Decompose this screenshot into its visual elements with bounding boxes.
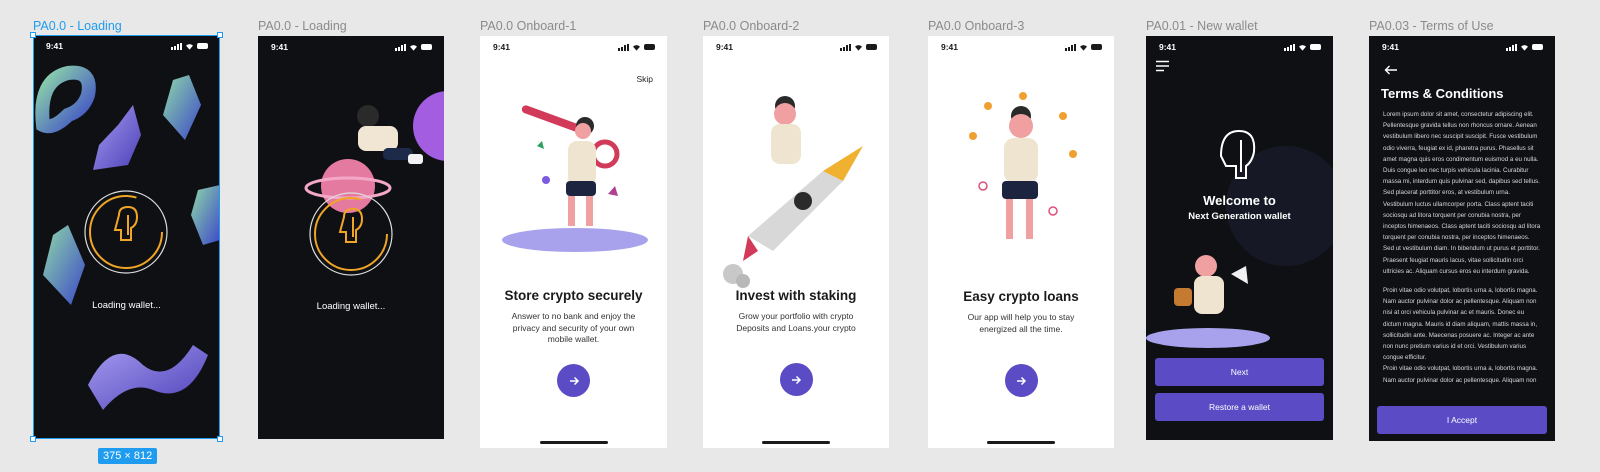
wave-shape xyxy=(88,345,208,410)
link-shape xyxy=(35,65,96,134)
status-bar: 9:41 xyxy=(928,41,1114,53)
next-button[interactable] xyxy=(557,364,590,397)
status-time: 9:41 xyxy=(716,42,734,52)
status-icons xyxy=(618,43,655,51)
signal-icon xyxy=(1284,43,1295,51)
wifi-icon xyxy=(1299,44,1306,51)
frame-label-onboard-1[interactable]: PA0.0 Onboard-1 xyxy=(480,19,576,33)
battery-icon xyxy=(866,44,877,50)
status-time: 9:41 xyxy=(1159,42,1177,52)
frame-label-onboard-3[interactable]: PA0.0 Onboard-3 xyxy=(928,19,1024,33)
signal-icon xyxy=(618,43,629,51)
frame-onboard-3[interactable]: 9:41 Easy crypto loans Our app will help… xyxy=(928,36,1114,448)
battery-icon xyxy=(1091,44,1102,50)
home-indicator xyxy=(762,441,830,444)
status-bar: 9:41 xyxy=(1146,41,1333,53)
status-time: 9:41 xyxy=(493,42,511,52)
status-time: 9:41 xyxy=(1382,42,1400,52)
signal-icon xyxy=(1506,43,1517,51)
frame-label-loading-2[interactable]: PA0.0 - Loading xyxy=(258,19,347,33)
back-arrow-icon[interactable] xyxy=(1384,65,1398,75)
frame-loading-2[interactable]: 9:41 Loading wallet... xyxy=(258,36,444,439)
frame-loading-1[interactable]: 9:41 Loading wallet... xyxy=(33,35,220,439)
planet-purple xyxy=(413,91,444,161)
onboard-description: Grow your portfolio with crypto Deposits… xyxy=(736,311,856,333)
loading-text: Loading wallet... xyxy=(92,300,161,311)
resize-handle-tl[interactable] xyxy=(30,32,36,38)
home-indicator xyxy=(539,441,608,444)
home-indicator xyxy=(987,441,1055,444)
frame-label-loading-1[interactable]: PA0.0 - Loading xyxy=(33,19,122,33)
onboard-1-illustration xyxy=(502,105,648,252)
resize-handle-tr[interactable] xyxy=(217,32,223,38)
new-wallet-illustration xyxy=(1146,129,1333,348)
terms-title: Terms & Conditions xyxy=(1381,86,1504,101)
frame-onboard-1[interactable]: 9:41 Skip Store crypto securely Answer t… xyxy=(480,36,667,448)
wifi-icon xyxy=(633,44,640,51)
arrow-right-icon xyxy=(569,376,579,385)
welcome-heading: Welcome to xyxy=(1203,193,1276,208)
frame-onboard-2[interactable]: 9:41 Invest with staking Grow your portf… xyxy=(703,36,889,448)
signal-icon xyxy=(1065,43,1076,51)
onboard-description: Our app will help you to stay energized … xyxy=(967,312,1075,334)
size-badge: 375 × 812 xyxy=(98,448,158,464)
signal-icon xyxy=(840,43,851,51)
crystal-shape-1 xyxy=(163,75,201,140)
arrow-right-icon xyxy=(792,375,802,384)
frame-label-onboard-2[interactable]: PA0.0 Onboard-2 xyxy=(703,19,799,33)
next-button[interactable]: Next xyxy=(1155,358,1324,386)
onboard-title: Invest with staking xyxy=(735,288,857,303)
status-bar: 9:41 xyxy=(703,41,889,53)
loading-illustration xyxy=(304,91,444,276)
onboard-title: Easy crypto loans xyxy=(963,289,1079,304)
loading-text: Loading wallet... xyxy=(316,301,386,312)
terms-body[interactable]: Lorem ipsum dolor sit amet, consectetur … xyxy=(1383,109,1541,394)
frame-new-wallet[interactable]: 9:41 Welcome to Next Generation wallet N… xyxy=(1146,36,1333,440)
arrow-right-icon xyxy=(1017,376,1027,385)
onboard-title: Store crypto securely xyxy=(504,288,643,303)
next-button[interactable] xyxy=(1004,364,1038,397)
status-icons xyxy=(840,43,877,51)
status-icons xyxy=(1506,43,1543,51)
terms-paragraph: Lorem ipsum dolor sit amet, consectetur … xyxy=(1383,111,1541,275)
crystal-shape-3 xyxy=(191,185,220,245)
wifi-icon xyxy=(1080,44,1087,51)
diamond-shape xyxy=(93,105,141,170)
status-icons xyxy=(1065,43,1102,51)
status-icons xyxy=(1284,43,1321,51)
wifi-icon xyxy=(855,44,862,51)
resize-handle-bl[interactable] xyxy=(30,436,36,442)
accept-button[interactable]: I Accept xyxy=(1377,406,1547,434)
loading-3d-shapes xyxy=(35,65,220,410)
onboard-description: Answer to no bank and enjoy the privacy … xyxy=(511,311,636,344)
terms-paragraph: Proin vitae odio volutpat, lobortis urna… xyxy=(1383,365,1538,384)
wallet-logo-icon xyxy=(84,190,168,274)
battery-icon xyxy=(1532,44,1543,50)
status-bar: 9:41 xyxy=(1369,41,1555,53)
restore-wallet-button[interactable]: Restore a wallet xyxy=(1155,393,1324,421)
frame-label-new-wallet[interactable]: PA0.01 - New wallet xyxy=(1146,19,1258,33)
status-bar: 9:41 xyxy=(480,41,667,53)
frame-label-terms[interactable]: PA0.03 - Terms of Use xyxy=(1369,19,1494,33)
astronaut-figure xyxy=(357,105,423,164)
frame-terms[interactable]: 9:41 Terms & Conditions Lorem ipsum dolo… xyxy=(1369,36,1555,441)
battery-icon xyxy=(1310,44,1321,50)
crystal-shape-2 xyxy=(43,225,85,305)
status-time: 9:41 xyxy=(941,42,959,52)
battery-icon xyxy=(644,44,655,50)
resize-handle-br[interactable] xyxy=(217,436,223,442)
next-button[interactable] xyxy=(779,363,813,396)
welcome-subtitle: Next Generation wallet xyxy=(1188,211,1291,222)
terms-paragraph: Proin vitae odio volutpat, lobortis urna… xyxy=(1383,287,1538,362)
menu-icon[interactable] xyxy=(1156,60,1170,72)
wifi-icon xyxy=(1521,44,1528,51)
